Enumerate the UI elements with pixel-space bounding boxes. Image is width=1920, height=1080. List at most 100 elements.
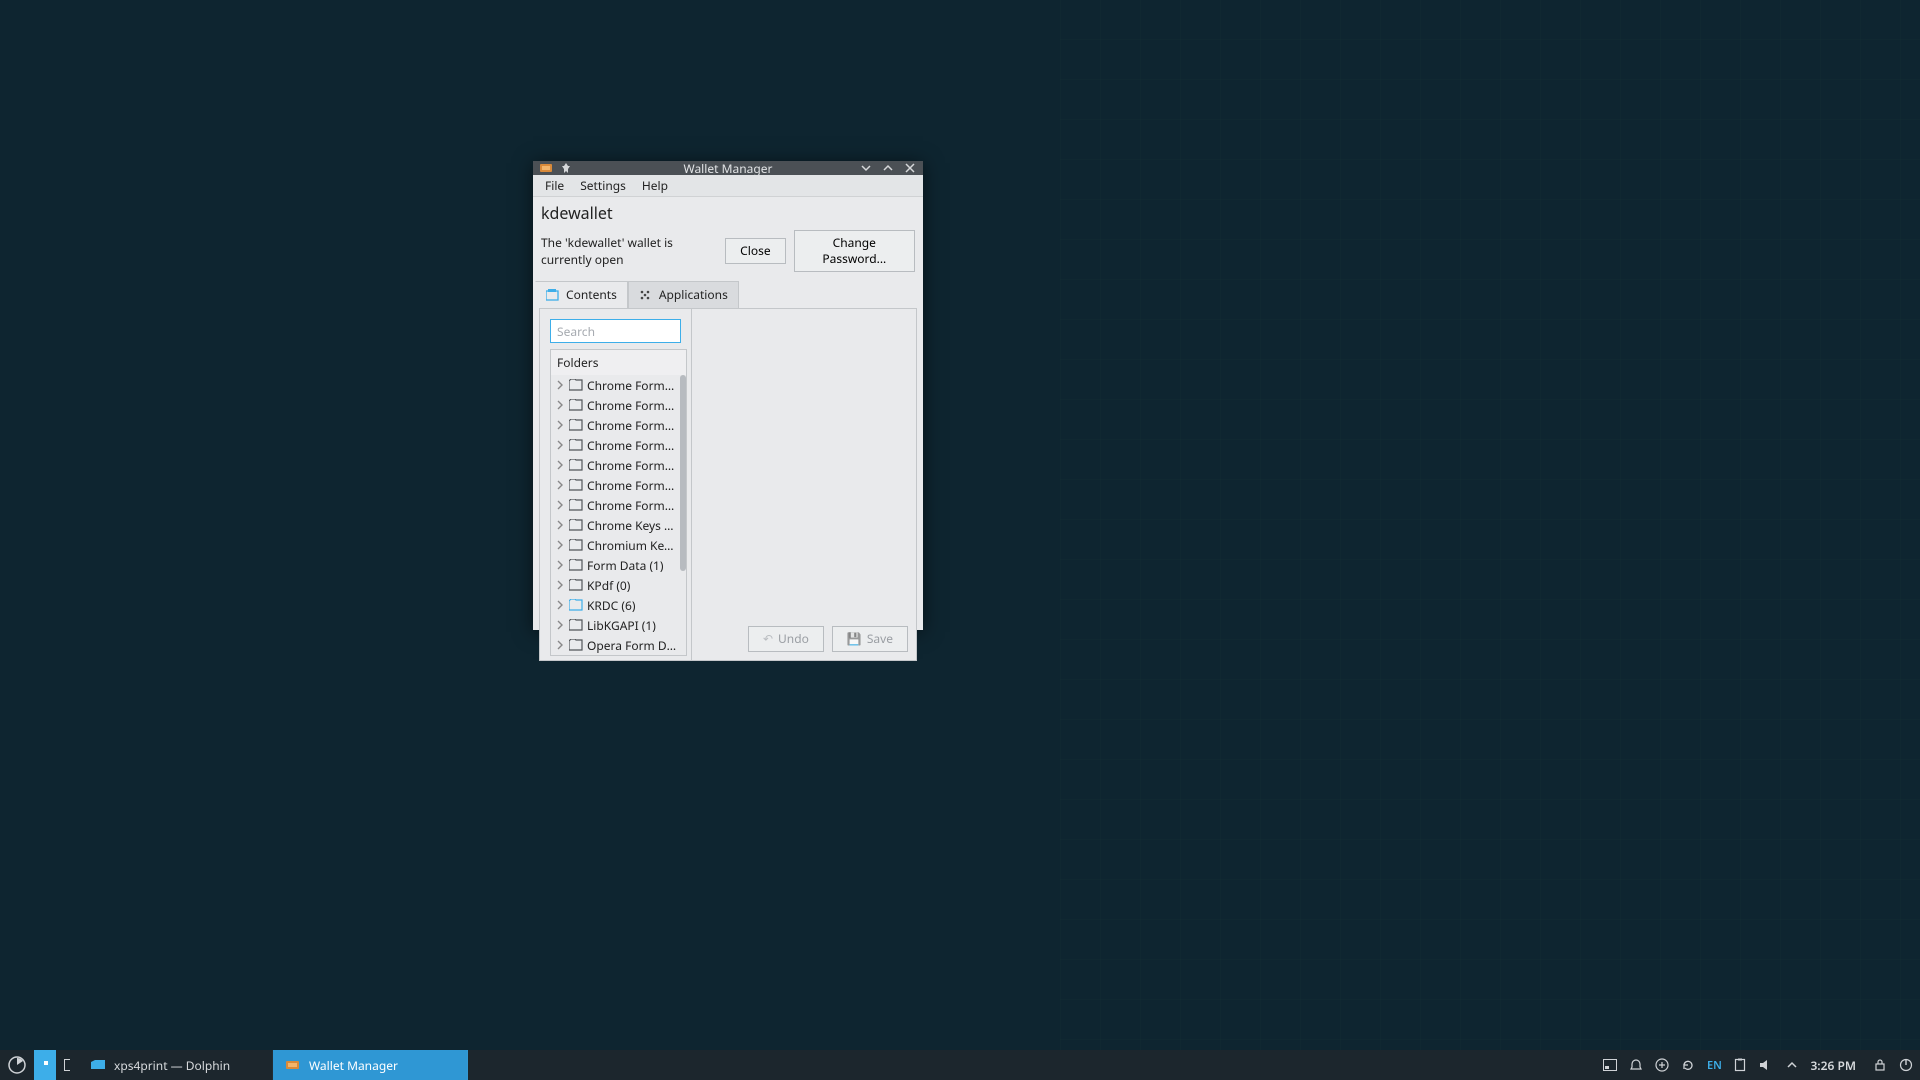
folder-label: Form Data (1)	[587, 557, 664, 574]
folder-row[interactable]: KPdf (0)	[551, 575, 686, 595]
taskbar: xps4print — Dolphin Wallet Manager EN 3:…	[0, 1050, 1920, 1080]
folder-label: Chrome Form Dat...	[587, 457, 677, 474]
task-dolphin[interactable]: xps4print — Dolphin	[78, 1050, 273, 1080]
pager-desktop-2[interactable]	[56, 1050, 78, 1080]
notifications-icon[interactable]	[1628, 1057, 1644, 1073]
save-icon: 💾	[847, 630, 862, 647]
folder-row[interactable]: Opera Form Data (...	[551, 635, 686, 655]
maximize-icon[interactable]	[881, 161, 895, 175]
minimize-icon[interactable]	[859, 161, 873, 175]
close-icon[interactable]	[903, 161, 917, 175]
kde-connect-icon[interactable]	[1654, 1057, 1670, 1073]
folder-row[interactable]: LibKGAPI (1)	[551, 615, 686, 635]
clock[interactable]: 3:26 PM	[1810, 1057, 1862, 1074]
folder-label: Chrome Form Dat...	[587, 497, 677, 514]
wallet-heading: kdewallet	[533, 197, 923, 226]
folder-label: Chrome Form Dat...	[587, 377, 677, 394]
tab-bar: Contents Applications	[535, 280, 921, 308]
chevron-right-icon	[555, 460, 565, 470]
folder-label: LibKGAPI (1)	[587, 617, 656, 634]
chevron-right-icon	[555, 420, 565, 430]
right-pane: ↶Undo 💾Save	[692, 309, 916, 660]
folder-row[interactable]: Chrome Form Dat...	[551, 415, 686, 435]
pin-icon[interactable]	[559, 161, 573, 175]
folder-icon	[569, 379, 583, 391]
titlebar[interactable]: Wallet Manager	[533, 161, 923, 175]
folder-row[interactable]: Chrome Form Dat...	[551, 395, 686, 415]
tab-content: Folders Chrome Form Dat...Chrome Form Da…	[539, 308, 917, 661]
folder-icon	[569, 499, 583, 511]
folder-icon	[569, 619, 583, 631]
folder-label: KRDC (6)	[587, 597, 635, 614]
task-dolphin-label: xps4print — Dolphin	[114, 1057, 230, 1074]
scrollbar-thumb[interactable]	[680, 375, 686, 571]
menu-file[interactable]: File	[537, 174, 572, 197]
chevron-right-icon	[555, 640, 565, 650]
folder-icon	[569, 579, 583, 591]
folders-tree[interactable]: Chrome Form Dat...Chrome Form Dat...Chro…	[551, 375, 686, 655]
desktop-wallpaper	[1060, 0, 1920, 1080]
folder-icon	[569, 599, 583, 611]
folder-label: Chromium Keys (1)	[587, 537, 677, 554]
folders-header: Folders	[551, 350, 686, 375]
folder-label: Chrome Form Dat...	[587, 437, 677, 454]
folder-label: Chrome Form Dat...	[587, 477, 677, 494]
wallet-manager-icon	[285, 1058, 301, 1072]
chevron-right-icon	[555, 380, 565, 390]
chevron-right-icon	[555, 600, 565, 610]
lock-icon[interactable]	[1872, 1057, 1888, 1073]
folder-icon	[569, 419, 583, 431]
scrollbar[interactable]	[680, 375, 686, 655]
tab-applications-label: Applications	[659, 286, 728, 303]
updates-icon[interactable]	[1680, 1057, 1696, 1073]
wallet-manager-window: Wallet Manager File Settings Help kdewal…	[533, 161, 923, 630]
keyboard-layout[interactable]: EN	[1706, 1057, 1722, 1073]
app-icon	[539, 161, 553, 175]
chevron-right-icon	[555, 400, 565, 410]
chevron-right-icon	[555, 500, 565, 510]
tray-expand-icon[interactable]	[1784, 1057, 1800, 1073]
folder-icon	[569, 459, 583, 471]
power-icon[interactable]	[1898, 1057, 1914, 1073]
menubar: File Settings Help	[533, 175, 923, 197]
undo-button[interactable]: ↶Undo	[748, 626, 824, 652]
task-wallet-manager[interactable]: Wallet Manager	[273, 1050, 468, 1080]
chevron-right-icon	[555, 540, 565, 550]
folder-row[interactable]: Chrome Form Dat...	[551, 455, 686, 475]
folder-row[interactable]: KRDC (6)	[551, 595, 686, 615]
applications-tab-icon	[639, 289, 653, 301]
undo-icon: ↶	[763, 630, 773, 647]
show-desktop-icon[interactable]	[1602, 1057, 1618, 1073]
save-button[interactable]: 💾Save	[832, 626, 908, 652]
close-button[interactable]: Close	[725, 238, 785, 264]
clipboard-icon[interactable]	[1732, 1057, 1748, 1073]
folder-label: Chrome Form Dat...	[587, 417, 677, 434]
chevron-right-icon	[555, 620, 565, 630]
tab-applications[interactable]: Applications	[628, 281, 739, 309]
chevron-right-icon	[555, 480, 565, 490]
chevron-right-icon	[555, 520, 565, 530]
change-password-button[interactable]: Change Password...	[794, 230, 915, 272]
folder-icon	[569, 559, 583, 571]
folder-row[interactable]: Chromium Keys (1)	[551, 535, 686, 555]
folder-row[interactable]: Chrome Keys (1)	[551, 515, 686, 535]
folder-icon	[569, 539, 583, 551]
folder-row[interactable]: Chrome Form Dat...	[551, 495, 686, 515]
volume-icon[interactable]	[1758, 1057, 1774, 1073]
folder-row[interactable]: Chrome Form Dat...	[551, 475, 686, 495]
folder-row[interactable]: Chrome Form Dat...	[551, 435, 686, 455]
system-tray: EN 3:26 PM	[1596, 1050, 1920, 1080]
folder-row[interactable]: Form Data (1)	[551, 555, 686, 575]
folder-row[interactable]: Chrome Form Dat...	[551, 375, 686, 395]
menu-settings[interactable]: Settings	[572, 174, 634, 197]
search-input[interactable]	[550, 319, 681, 343]
left-pane: Folders Chrome Form Dat...Chrome Form Da…	[540, 309, 692, 660]
status-row: The 'kdewallet' wallet is currently open…	[533, 226, 923, 280]
folder-label: Chrome Keys (1)	[587, 517, 677, 534]
chevron-right-icon	[555, 580, 565, 590]
tab-contents[interactable]: Contents	[535, 281, 628, 309]
pager-desktop-1[interactable]	[34, 1050, 56, 1080]
folder-icon	[569, 639, 583, 651]
start-button[interactable]	[0, 1050, 34, 1080]
menu-help[interactable]: Help	[634, 174, 676, 197]
